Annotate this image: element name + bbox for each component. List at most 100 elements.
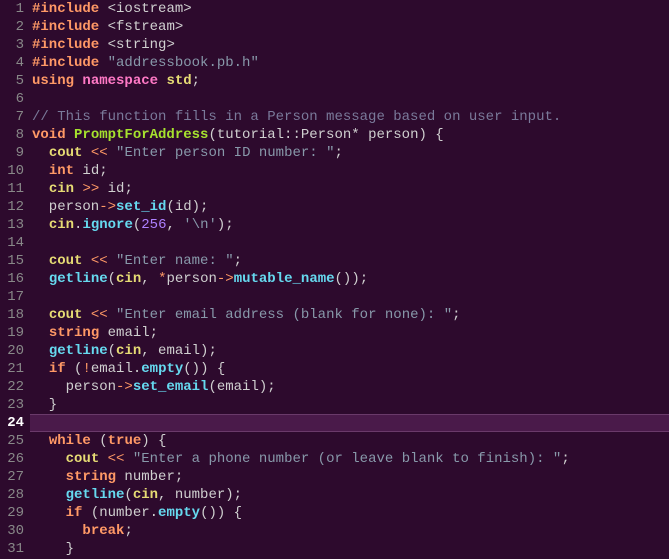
line-number: 27 (4, 468, 24, 486)
code-area[interactable]: #include <iostream>#include <fstream>#in… (32, 0, 669, 558)
token-punc: ()); (335, 271, 369, 287)
line-number: 3 (4, 36, 24, 54)
line-number: 6 (4, 90, 24, 108)
token-gold: cin (49, 217, 74, 233)
code-line[interactable]: getline(cin, number); (32, 486, 669, 504)
token-fn: empty (158, 505, 200, 521)
token-kw: true (108, 433, 142, 449)
line-number: 22 (4, 378, 24, 396)
line-number: 12 (4, 198, 24, 216)
line-number: 17 (4, 288, 24, 306)
token-str: "addressbook.pb.h" (108, 55, 259, 71)
token-punc: ()) { (183, 361, 225, 377)
token-punc: ( (66, 361, 83, 377)
token-punc: < (99, 1, 116, 17)
line-number: 23 (4, 396, 24, 414)
token-kw: while (49, 433, 91, 449)
code-line[interactable]: break; (32, 522, 669, 540)
code-line[interactable]: #include <string> (32, 36, 669, 54)
token-punc: email; (99, 325, 158, 341)
code-line[interactable] (32, 234, 669, 252)
token-punc: } (32, 541, 74, 557)
code-line[interactable] (30, 414, 669, 432)
line-number: 13 (4, 216, 24, 234)
line-number-gutter: 1234567891011121314151617181920212223242… (0, 0, 32, 558)
line-number: 21 (4, 360, 24, 378)
token-kw: void (32, 127, 66, 143)
code-line[interactable] (32, 90, 669, 108)
code-line[interactable]: cout << "Enter name: "; (32, 252, 669, 270)
token-punc: ) { (141, 433, 166, 449)
token-punc: ; (192, 73, 200, 89)
code-line[interactable]: string number; (32, 468, 669, 486)
token-punc: id; (99, 181, 133, 197)
token-punc: ()) { (200, 505, 242, 521)
token-gold: cin (133, 487, 158, 503)
code-line[interactable]: cin.ignore(256, '\n'); (32, 216, 669, 234)
token-punc (32, 343, 49, 359)
token-punc: } (32, 397, 57, 413)
token-id2: string (116, 37, 166, 53)
token-punc: ( (124, 487, 132, 503)
code-line[interactable]: cout << "Enter person ID number: "; (32, 144, 669, 162)
token-kw: break (82, 523, 124, 539)
token-gold: std (166, 73, 191, 89)
code-line[interactable]: if (number.empty()) { (32, 504, 669, 522)
token-punc: ; (561, 451, 569, 467)
code-line[interactable]: if (!email.empty()) { (32, 360, 669, 378)
token-kw: #include (32, 55, 99, 71)
token-punc (32, 145, 49, 161)
line-number: 15 (4, 252, 24, 270)
token-id2: fstream (116, 19, 175, 35)
code-line[interactable]: } (32, 540, 669, 558)
code-line[interactable]: getline(cin, email); (32, 342, 669, 360)
token-gold: cin (49, 181, 74, 197)
line-number: 25 (4, 432, 24, 450)
code-line[interactable]: #include "addressbook.pb.h" (32, 54, 669, 72)
token-kw: int (49, 163, 74, 179)
token-op: ! (82, 361, 90, 377)
token-gold: cout (49, 145, 83, 161)
token-punc: , number); (158, 487, 242, 503)
code-line[interactable]: while (true) { (32, 432, 669, 450)
code-line[interactable]: cin >> id; (32, 180, 669, 198)
token-str: "Enter email address (blank for none): " (116, 307, 452, 323)
code-line[interactable]: #include <iostream> (32, 0, 669, 18)
token-punc (32, 307, 49, 323)
code-line[interactable]: } (32, 396, 669, 414)
code-line[interactable]: int id; (32, 162, 669, 180)
token-punc (82, 253, 90, 269)
line-number: 4 (4, 54, 24, 72)
token-punc (32, 469, 66, 485)
token-punc: , email); (141, 343, 217, 359)
token-fn: getline (66, 487, 125, 503)
token-str: '\n' (183, 217, 217, 233)
code-line[interactable]: cout << "Enter a phone number (or leave … (32, 450, 669, 468)
token-ns: PromptForAddress (74, 127, 208, 143)
token-str: "Enter person ID number: " (116, 145, 334, 161)
token-op: << (91, 307, 108, 323)
code-line[interactable] (32, 288, 669, 306)
line-number: 14 (4, 234, 24, 252)
token-punc: < (99, 19, 116, 35)
code-line[interactable]: string email; (32, 324, 669, 342)
code-line[interactable]: void PromptForAddress(tutorial::Person* … (32, 126, 669, 144)
code-line[interactable]: person->set_email(email); (32, 378, 669, 396)
code-line[interactable]: person->set_id(id); (32, 198, 669, 216)
code-line[interactable]: getline(cin, *person->mutable_name()); (32, 270, 669, 288)
code-editor[interactable]: 1234567891011121314151617181920212223242… (0, 0, 669, 558)
code-line[interactable]: #include <fstream> (32, 18, 669, 36)
token-punc: , (141, 271, 158, 287)
token-punc: ( (133, 217, 141, 233)
token-punc: ; (124, 523, 132, 539)
code-line[interactable]: // This function fills in a Person messa… (32, 108, 669, 126)
code-line[interactable]: using namespace std; (32, 72, 669, 90)
token-gold: cout (66, 451, 100, 467)
line-number: 24 (4, 414, 24, 432)
token-punc: person (32, 379, 116, 395)
token-punc: ( (91, 433, 108, 449)
code-line[interactable]: cout << "Enter email address (blank for … (32, 306, 669, 324)
token-punc: ; (234, 253, 242, 269)
token-punc (32, 325, 49, 341)
token-gold: cout (49, 253, 83, 269)
